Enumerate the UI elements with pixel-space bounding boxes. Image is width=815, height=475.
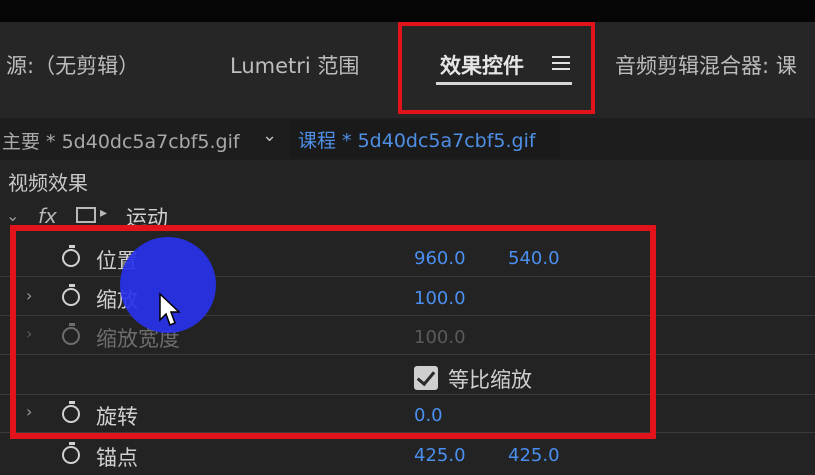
tab-lumetri-scopes[interactable]: Lumetri 范围 — [230, 50, 359, 80]
tab-highlight-annotation — [398, 22, 595, 114]
property-label-anchor-point: 锚点 — [96, 446, 138, 470]
chevron-down-icon[interactable]: ⌄ — [6, 206, 19, 225]
stopwatch-icon[interactable] — [62, 442, 80, 464]
properties-highlight-annotation — [10, 225, 656, 439]
master-clip-label[interactable]: 主要 * 5d40dc5a7cbf5.gif — [2, 127, 240, 154]
tab-audio-clip-mixer[interactable]: 音频剪辑混合器: 课 — [615, 50, 797, 80]
play-arrow-icon: ▸ — [100, 205, 108, 221]
anchor-point-y-value[interactable]: 425.0 — [508, 445, 560, 466]
video-effects-heading: 视频效果 — [8, 171, 88, 195]
mouse-cursor-icon — [159, 292, 181, 326]
tab-source[interactable]: 源:（无剪辑） — [6, 50, 139, 80]
chevron-down-icon[interactable]: ⌄ — [262, 125, 277, 146]
anchor-point-x-value[interactable]: 425.0 — [414, 445, 466, 466]
window-top-bar — [0, 0, 815, 22]
transform-handle-icon[interactable] — [76, 207, 96, 223]
sequence-clip-label[interactable]: 课程 * 5d40dc5a7cbf5.gif — [298, 126, 536, 153]
